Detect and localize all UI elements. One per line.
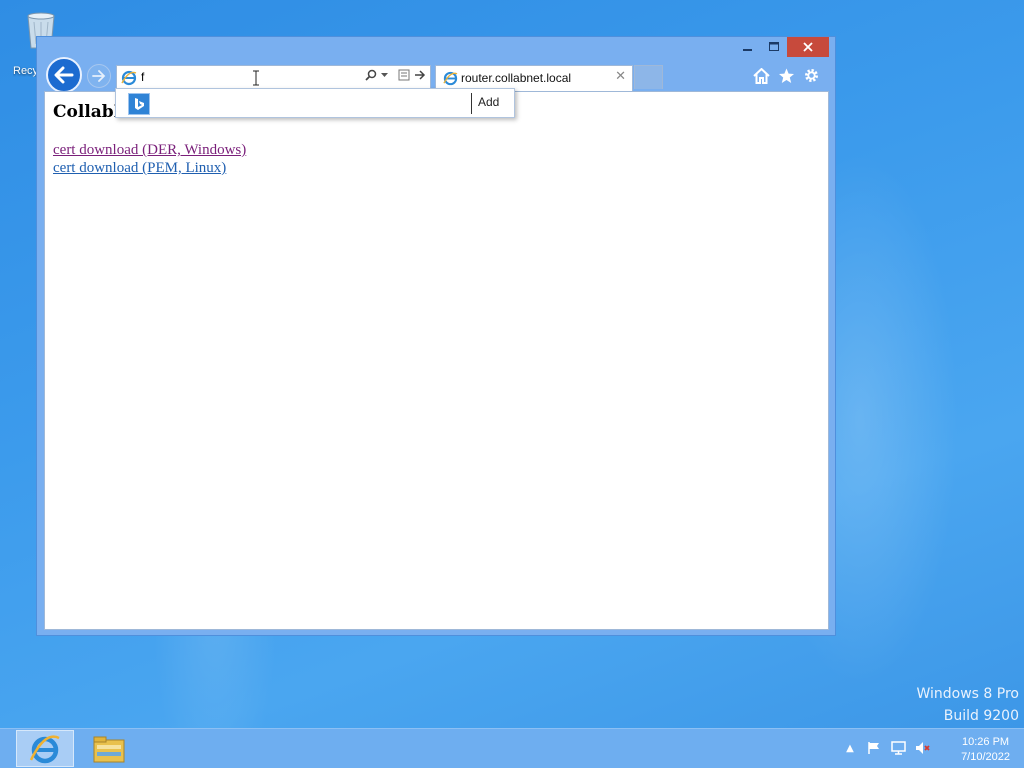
ie-icon: [443, 71, 458, 86]
taskbar-explorer-button[interactable]: [80, 730, 138, 767]
windows-watermark: Windows 8 Pro Build 9200: [916, 683, 1019, 727]
page-viewport: CollabN cert download (DER, Windows) cer…: [44, 91, 829, 630]
address-tools: [365, 69, 426, 81]
gear-icon: [805, 69, 818, 82]
close-icon: [803, 42, 813, 52]
clock[interactable]: 10:26 PM 7/10/2022: [961, 735, 1010, 765]
text-cursor-icon: [253, 70, 259, 86]
address-bar[interactable]: f: [116, 65, 431, 89]
search-button[interactable]: [365, 69, 377, 81]
recycle-bin-label: Recycle Bin: [13, 65, 38, 77]
favorites-button[interactable]: [777, 66, 796, 85]
der-cert-link[interactable]: cert download (DER, Windows): [53, 142, 246, 159]
search-provider-button[interactable]: [128, 93, 150, 115]
back-button[interactable]: [46, 57, 82, 93]
file-explorer-icon: [93, 736, 125, 762]
go-button[interactable]: [414, 70, 426, 80]
window-controls: [735, 37, 829, 58]
minimize-button[interactable]: [735, 37, 761, 57]
search-dropdown-button[interactable]: [381, 72, 388, 78]
address-autocomplete-dropdown: Add: [115, 88, 515, 118]
speaker-muted-icon: [915, 742, 930, 754]
ie-icon: [29, 735, 60, 763]
close-button[interactable]: [787, 37, 829, 57]
system-tray: ▲: [842, 740, 930, 756]
maximize-icon: [768, 42, 779, 51]
address-input[interactable]: f: [141, 70, 144, 84]
go-arrow-icon: [415, 70, 426, 80]
compatibility-icon: [398, 69, 410, 81]
home-button[interactable]: [752, 66, 771, 85]
watermark-build: Build 9200: [943, 708, 1019, 724]
search-icon: [365, 69, 377, 81]
favorites-star-icon: [779, 68, 794, 83]
flag-icon: [868, 742, 879, 754]
tools-button[interactable]: [802, 66, 821, 85]
minimize-icon: [743, 49, 752, 51]
clock-date: 7/10/2022: [961, 751, 1010, 763]
command-icons: [752, 66, 821, 85]
clock-time: 10:26 PM: [961, 736, 1010, 748]
new-tab-button[interactable]: [634, 65, 663, 89]
back-arrow-icon: [54, 66, 74, 84]
taskbar-ie-button[interactable]: [16, 730, 74, 767]
chevron-down-icon: [381, 72, 388, 77]
tab-title: router.collabnet.local: [461, 71, 572, 85]
add-search-provider-button[interactable]: Add: [478, 95, 499, 109]
bing-icon: [135, 98, 144, 110]
separator: [471, 93, 472, 114]
watermark-edition: Windows 8 Pro: [916, 686, 1019, 702]
action-center-button[interactable]: [866, 740, 882, 756]
network-button[interactable]: [890, 740, 906, 756]
compatibility-view-button[interactable]: [398, 69, 410, 81]
tab-close-button[interactable]: ✕: [615, 69, 626, 84]
taskbar: ▲ 10:26 PM 7/10/2022: [0, 728, 1024, 768]
forward-button[interactable]: [87, 64, 111, 88]
forward-arrow-icon: [92, 70, 106, 82]
browser-window: f router.collabnet.local ✕ CollabN cert …: [36, 36, 836, 636]
show-hidden-icons-button[interactable]: ▲: [842, 740, 858, 756]
pem-cert-link[interactable]: cert download (PEM, Linux): [53, 160, 226, 177]
volume-button[interactable]: [914, 740, 930, 756]
network-icon: [890, 741, 906, 755]
maximize-button[interactable]: [761, 37, 787, 57]
ie-icon: [121, 70, 137, 86]
home-icon: [753, 67, 770, 84]
